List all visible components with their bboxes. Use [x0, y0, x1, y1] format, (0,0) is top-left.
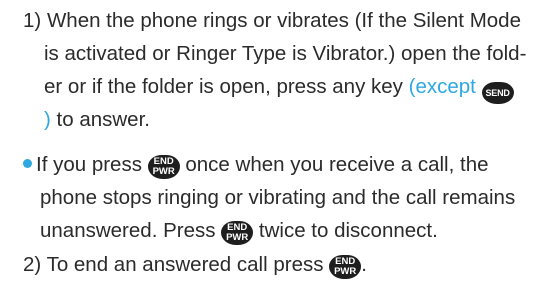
note-line-1: If you press END PWR once when you receiv…	[23, 148, 515, 181]
step-2-number: 2)	[23, 253, 42, 276]
step-1-line-4-text: to answer.	[56, 108, 150, 131]
instruction-page: 1) When the phone rings or vibrates (If …	[0, 0, 535, 285]
note-line-1-after: once when you receive a call, the	[185, 153, 489, 176]
send-key-icon: SEND	[481, 82, 514, 104]
note-line-2-text: phone stops ringing or vibrating and the…	[40, 186, 516, 209]
step-2: 2) To end an answered call press END PWR.	[23, 248, 367, 281]
step-2-period: .	[361, 253, 367, 276]
end-key-icon: END PWR	[329, 255, 362, 279]
bullet-icon	[23, 159, 32, 168]
note-line-1-before: If you press	[36, 153, 142, 176]
step-2-line: 2) To end an answered call press END PWR.	[23, 248, 367, 281]
note-line-3: unanswered. Press END PWR twice to discon…	[23, 214, 515, 247]
end-key-label-bottom: PWR	[334, 266, 357, 277]
step-1-line-2: is activated or Ringer Type is Vibrator.…	[23, 37, 526, 70]
step-1-line-4: ) to answer.	[23, 103, 526, 136]
note-line-2: phone stops ringing or vibrating and the…	[23, 181, 515, 214]
end-key-label-bottom: PWR	[226, 232, 249, 243]
step-1-line-1-text: When the phone rings or vibrates (If the…	[46, 9, 521, 32]
end-key-icon: END PWR	[147, 155, 180, 179]
step-1: 1) When the phone rings or vibrates (If …	[23, 4, 526, 136]
step-1-line-1: 1) When the phone rings or vibrates (If …	[23, 4, 526, 37]
note-line-3-before: unanswered. Press	[40, 219, 216, 242]
end-key-icon: END PWR	[221, 221, 254, 245]
step-1-line-3-text: er or if the folder is open, press any k…	[44, 75, 403, 98]
end-key-label-bottom: PWR	[152, 166, 175, 177]
step-1-line-3: er or if the folder is open, press any k…	[23, 70, 526, 104]
note-line-3-after: twice to disconnect.	[258, 219, 438, 242]
step-1-number: 1)	[23, 9, 42, 32]
note-block: If you press END PWR once when you receiv…	[23, 148, 515, 247]
step-1-except-text: (except	[408, 75, 476, 98]
step-1-close-paren: )	[44, 108, 51, 131]
step-1-line-2-text: is activated or Ringer Type is Vibrator.…	[44, 42, 527, 65]
step-2-text: To end an answered call press	[46, 253, 324, 276]
